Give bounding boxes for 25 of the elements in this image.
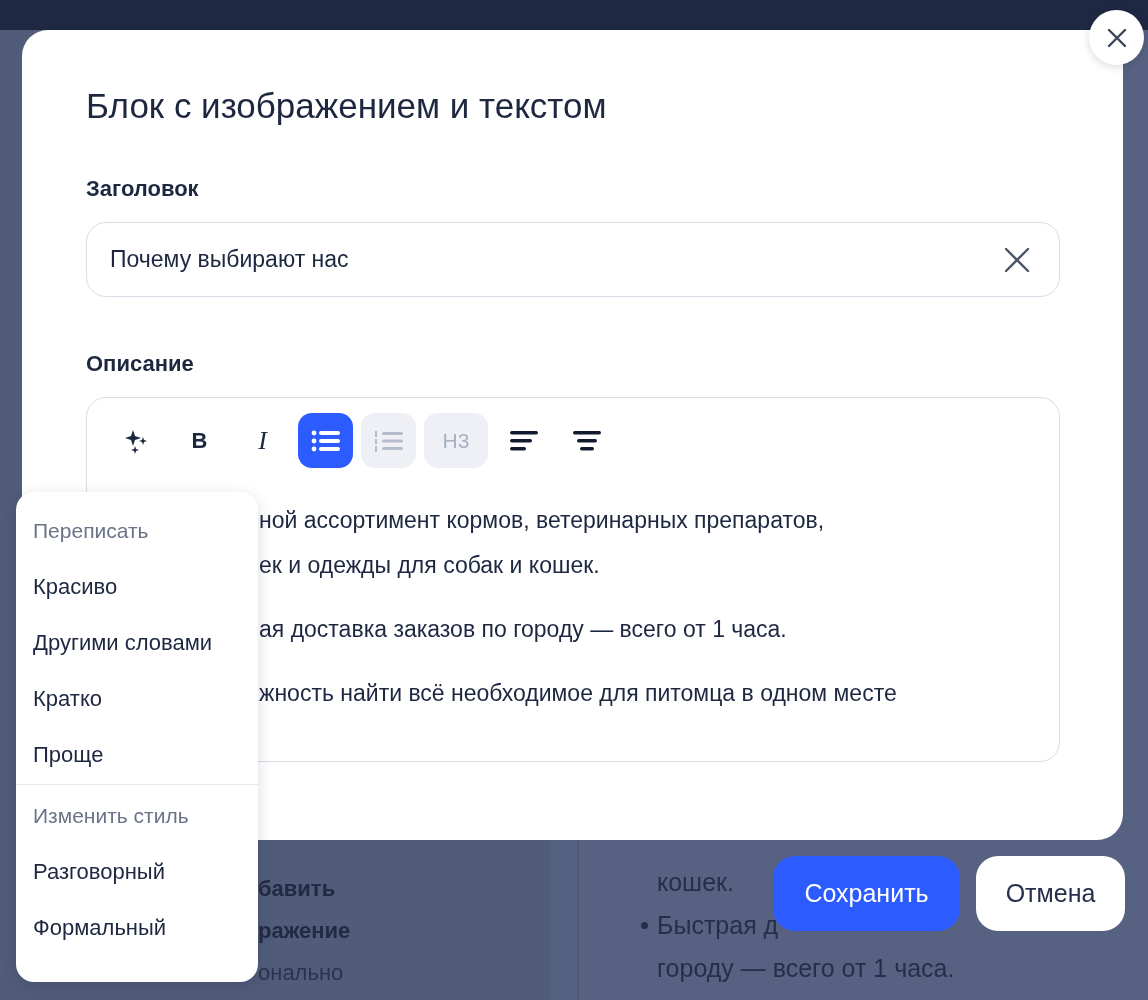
cancel-button[interactable]: Отмена bbox=[976, 856, 1125, 931]
field-label: Описание bbox=[86, 350, 195, 378]
numbered-list-icon bbox=[373, 428, 404, 453]
italic-button[interactable]: I bbox=[235, 413, 290, 468]
menu-item[interactable]: Разговорный bbox=[16, 851, 258, 907]
clear-icon[interactable] bbox=[1003, 245, 1031, 274]
close-icon bbox=[1106, 27, 1127, 48]
bullets-button[interactable] bbox=[298, 413, 353, 468]
align-center-icon bbox=[571, 429, 602, 452]
menu-header: Изменить стиль bbox=[32, 803, 190, 829]
dialog-title: Блок с изображением и текстом bbox=[86, 85, 608, 127]
field-label: Заголовок bbox=[86, 175, 200, 203]
align-left-icon bbox=[508, 429, 539, 452]
bold-button[interactable]: B bbox=[172, 413, 227, 468]
editor-text: ной ассортимент кормов, ветеринарных препаратов, bbox=[259, 506, 826, 535]
page-text: кошек. bbox=[657, 868, 734, 897]
bullet-list-icon bbox=[310, 428, 341, 453]
input-field[interactable]: Почему выбирают нас bbox=[86, 222, 1060, 297]
editor-text: ая доставка заказов по городу — всего от 1 часа. bbox=[259, 615, 788, 644]
page-text: бавить bbox=[258, 875, 337, 903]
editor-text: жность найти всё необходимое для питомца в одном месте bbox=[259, 679, 898, 708]
page-text: городу — всего от 1 часа. bbox=[657, 954, 955, 983]
editor-text: ек и одежды для собак и кошек. bbox=[259, 551, 601, 580]
page-text: ражение bbox=[258, 917, 352, 945]
menu-item[interactable]: Формальный bbox=[16, 907, 258, 963]
